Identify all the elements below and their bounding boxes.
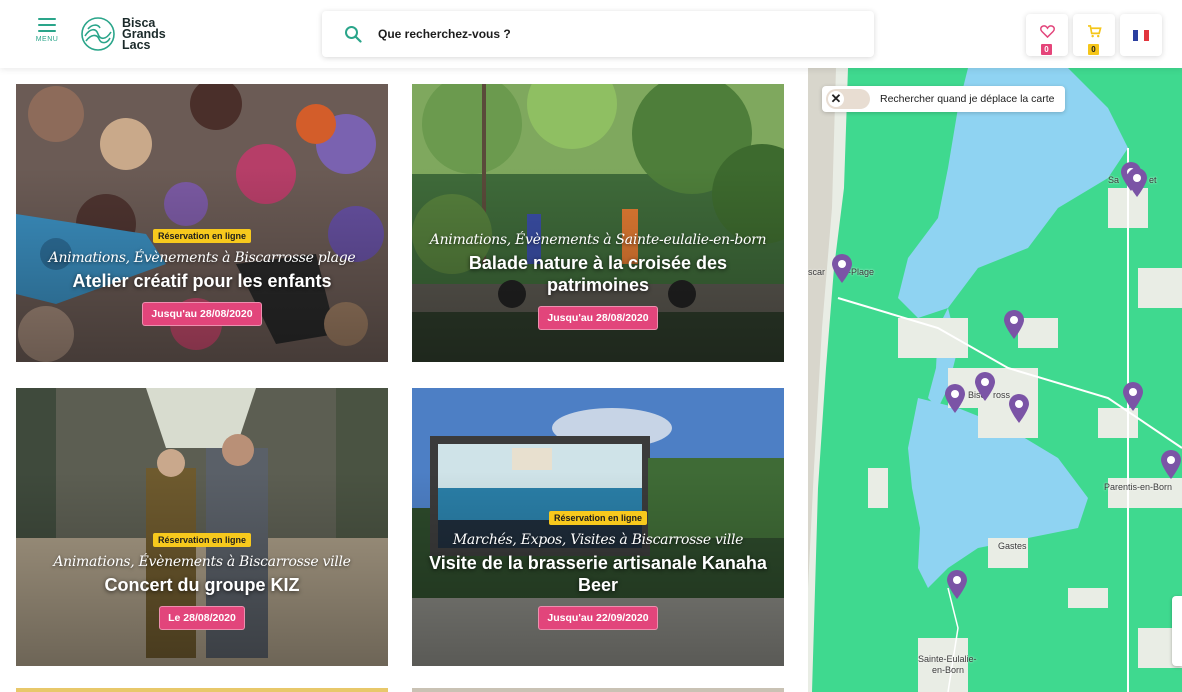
card-content: Réservation en ligne Marchés, Expos, Vis… — [412, 508, 784, 630]
event-card[interactable]: Réservation en ligne Animations, Évèneme… — [16, 388, 388, 666]
map-pin-icon[interactable] — [946, 570, 968, 600]
map-pin-icon[interactable] — [831, 254, 853, 284]
online-booking-badge: Réservation en ligne — [152, 533, 252, 547]
event-card[interactable]: Réservation en ligne Animations, Évèneme… — [16, 84, 388, 362]
event-card[interactable]: Animations, Évènements à Sainte-eulalie-… — [412, 84, 784, 362]
logo-line3: Lacs — [122, 37, 151, 52]
place-gastes: Gastes — [998, 541, 1027, 551]
event-card[interactable]: Réservation en ligne Marchés, Expos, Vis… — [412, 388, 784, 666]
online-booking-badge: Réservation en ligne — [152, 229, 252, 243]
close-icon: ✕ — [828, 91, 844, 107]
fr-flag-icon — [1133, 29, 1149, 41]
place-parentis-en-born: Parentis-en-Born — [1104, 482, 1173, 492]
map-panel[interactable]: ✕ Rechercher quand je déplace la carte S… — [808, 68, 1182, 692]
cart-count-badge: 0 — [1088, 44, 1099, 55]
place-sanguinet-suffix: et — [1149, 175, 1157, 185]
card-content: Animations, Évènements à Sainte-eulalie-… — [412, 226, 784, 330]
menu-label: MENU — [35, 36, 59, 43]
map-pin-icon[interactable] — [1008, 394, 1030, 424]
online-booking-badge: Réservation en ligne — [548, 511, 648, 525]
place-biscarrosse-plage-prefix: scar — [808, 267, 826, 277]
search-input[interactable] — [378, 27, 848, 41]
toggle-switch[interactable]: ✕ — [826, 89, 870, 109]
map-pin-icon[interactable] — [944, 384, 966, 414]
map-pin-icon[interactable] — [974, 372, 996, 402]
map-toggle-label: Rechercher quand je déplace la carte — [880, 93, 1055, 105]
cart-icon — [1087, 24, 1102, 37]
card-content: Réservation en ligne Animations, Évèneme… — [16, 530, 388, 630]
place-sanguinet-prefix: Sa — [1108, 175, 1120, 185]
card-category: Animations, Évènements à Biscarrosse vil… — [53, 554, 351, 570]
place-sainte-eulalie-line2: en-Born — [932, 665, 965, 675]
card-date-badge: Jusqu'au 28/08/2020 — [142, 302, 262, 326]
site-logo[interactable]: Bisca Grands Lacs — [80, 13, 166, 55]
wave-logo-icon — [81, 17, 115, 51]
card-category: Marchés, Expos, Visites à Biscarrosse vi… — [452, 532, 744, 548]
card-date-badge: Jusqu'au 22/09/2020 — [538, 606, 658, 630]
language-button[interactable] — [1120, 14, 1162, 56]
heart-icon — [1039, 24, 1055, 38]
map-zoom-controls[interactable] — [1172, 596, 1182, 666]
hamburger-icon — [32, 18, 62, 32]
site-header: MENU Bisca Grands Lacs 0 0 — [0, 0, 1182, 68]
card-title: Concert du groupe KIZ — [104, 575, 300, 595]
card-title: Balade nature à la croisée des patrimoin… — [468, 253, 728, 295]
card-category: Animations, Évènements à Biscarrosse pla… — [48, 250, 356, 266]
card-date-badge: Jusqu'au 28/08/2020 — [538, 306, 658, 330]
search-bar[interactable] — [322, 11, 874, 57]
place-sainte-eulalie-line1: Sainte-Eulalie- — [918, 654, 977, 664]
map-pin-icon[interactable] — [1122, 382, 1144, 412]
card-category: Animations, Évènements à Sainte-eulalie-… — [429, 232, 767, 248]
favorites-count-badge: 0 — [1041, 44, 1052, 55]
event-card-partial[interactable] — [16, 688, 388, 692]
card-title: Atelier créatif pour les enfants — [72, 271, 332, 291]
map-pin-icon[interactable] — [1003, 310, 1025, 340]
event-card-partial[interactable] — [412, 688, 784, 692]
search-icon — [345, 26, 362, 43]
cart-button[interactable]: 0 — [1073, 14, 1115, 56]
map-move-search-toggle[interactable]: ✕ Rechercher quand je déplace la carte — [822, 86, 1065, 112]
card-content: Réservation en ligne Animations, Évèneme… — [16, 226, 388, 326]
card-date-badge: Le 28/08/2020 — [159, 606, 245, 630]
logo-text: Bisca Grands Lacs — [122, 16, 166, 52]
menu-button[interactable]: MENU — [32, 18, 62, 54]
map-pin-icon[interactable] — [1160, 450, 1182, 480]
map-pin-icon[interactable] — [1126, 168, 1148, 198]
card-title: Visite de la brasserie artisanale Kanaha… — [429, 553, 767, 595]
favorites-button[interactable]: 0 — [1026, 14, 1068, 56]
